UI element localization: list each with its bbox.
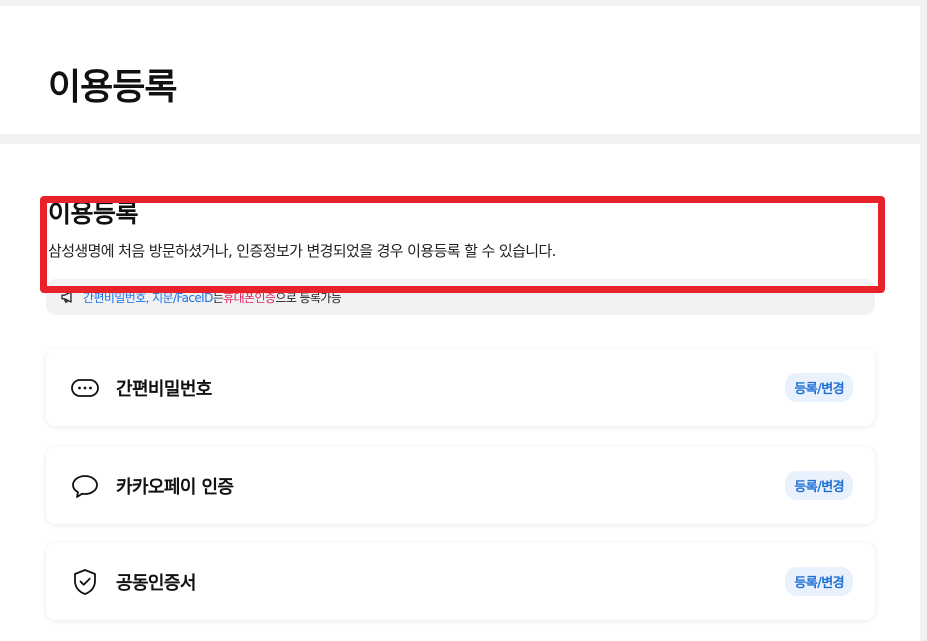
megaphone-icon [60,289,76,305]
notice-box: 간편비밀번호, 지문/FaceID 는 휴대폰인증 으로 등록가능 [46,279,875,315]
method-joint-certificate[interactable]: 공동인증서 등록/변경 [46,543,875,620]
notice-text-suffix: 으로 등록가능 [275,290,342,305]
register-change-badge[interactable]: 등록/변경 [785,373,853,402]
method-label: 공동인증서 [116,572,196,594]
notice-highlight-phone: 휴대폰인증 [223,290,276,305]
method-simple-password[interactable]: 간편비밀번호 등록/변경 [46,349,875,426]
method-label: 간편비밀번호 [116,378,212,400]
register-change-badge[interactable]: 등록/변경 [785,567,853,596]
method-kakaopay[interactable]: 카카오페이 인증 등록/변경 [46,447,875,524]
notice-highlight-methods: 간편비밀번호, 지문/FaceID [83,290,213,305]
shield-check-icon [70,567,100,597]
dots-bubble-icon [70,373,100,403]
register-change-badge[interactable]: 등록/변경 [785,471,853,500]
section-description: 삼성생명에 처음 방문하셨거나, 인증정보가 변경되었을 경우 이용등록 할 수… [48,242,556,260]
method-label: 카카오페이 인증 [116,476,234,498]
notice-text: 는 [212,290,224,305]
speech-bubble-icon [70,471,100,501]
header-card: 이용등록 [0,6,920,134]
page-title: 이용등록 [48,67,177,108]
section-title: 이용등록 [48,199,139,228]
